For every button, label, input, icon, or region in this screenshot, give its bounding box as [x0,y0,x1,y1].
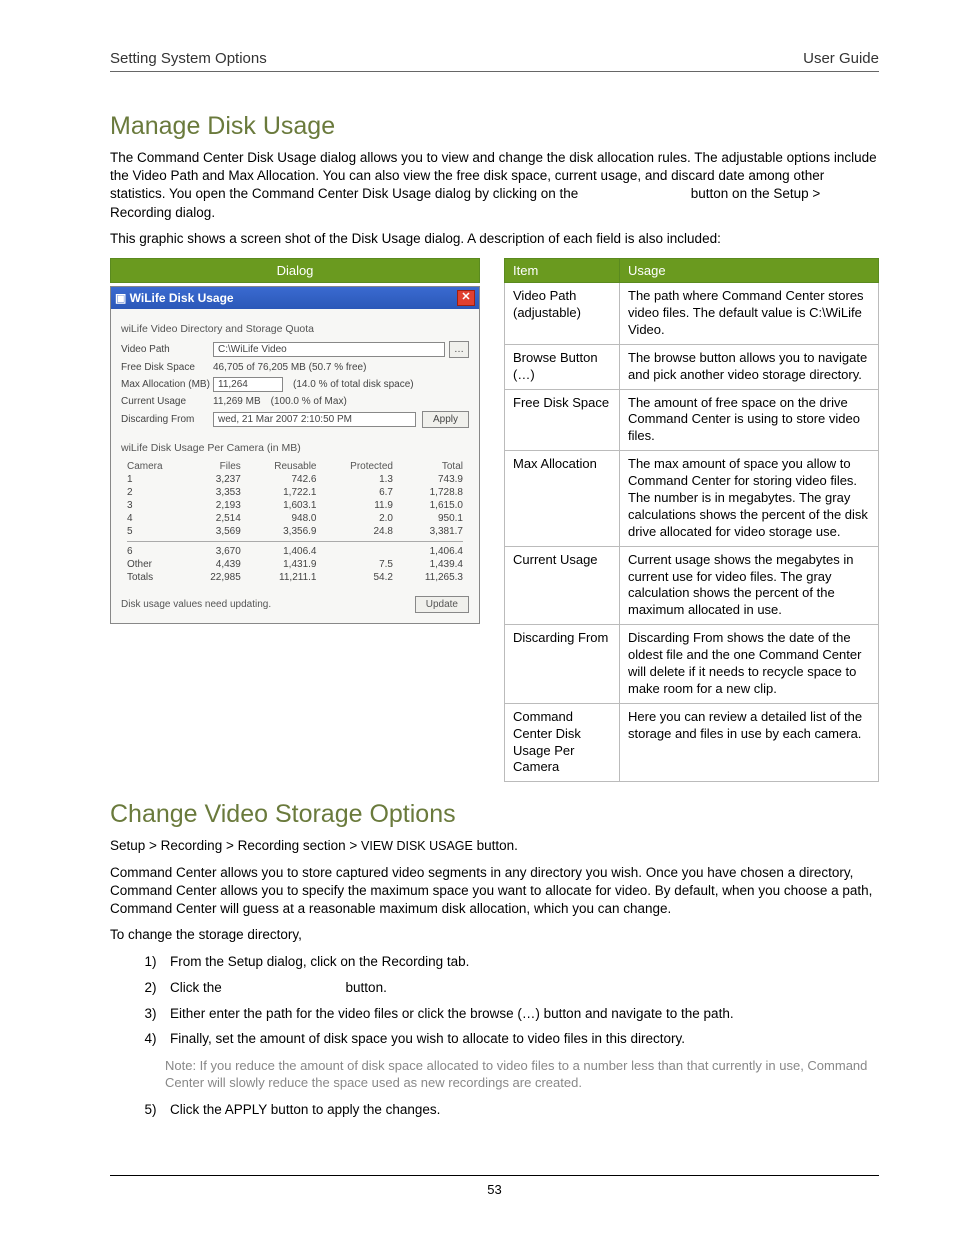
video-path-label: Video Path [121,344,213,355]
desc-usage: The max amount of space you allow to Com… [620,451,879,546]
free-space-value: 46,705 of 76,205 MB (50.7 % free) [213,362,366,373]
dialog-titlebar: ▣ WiLife Disk Usage ✕ [111,287,479,309]
discarding-label: Discarding From [121,414,213,425]
table-row-totals: Totals22,98511,211.154.211,265.3 [121,571,469,584]
section-title-manage: Manage Disk Usage [110,112,879,141]
group1-label: wiLife Video Directory and Storage Quota [121,323,469,335]
dialog-column-header: Dialog [110,258,480,283]
desc-item: Browse Button (…) [505,344,620,389]
table-row: 63,6701,406.41,406.4 [121,545,469,558]
section-title-change: Change Video Storage Options [110,800,879,829]
th-protected: Protected [323,460,399,473]
th-files: Files [187,460,246,473]
disk-usage-dialog: ▣ WiLife Disk Usage ✕ wiLife Video Direc… [110,286,480,624]
max-alloc-label: Max Allocation (MB) [121,379,213,390]
step: Finally, set the amount of disk space yo… [164,1029,879,1049]
steps-list-cont: Click the APPLY button to apply the chan… [132,1100,879,1120]
group2-label: wiLife Disk Usage Per Camera (in MB) [121,442,469,454]
table-row: 53,5693,356.924.83,381.7 [121,525,469,538]
close-icon[interactable]: ✕ [457,290,475,306]
max-alloc-input[interactable]: 11,264 [213,377,283,392]
sect2-path: Setup > Recording > Recording section > … [110,837,879,855]
page-header: Setting System Options User Guide [110,50,879,72]
header-left: Setting System Options [110,50,267,67]
step4-note: Note: If you reduce the amount of disk s… [165,1057,879,1092]
browse-button[interactable]: … [449,341,469,358]
sect1-p2: This graphic shows a screen shot of the … [110,230,879,248]
th-camera: Camera [121,460,187,473]
free-space-label: Free Disk Space [121,362,213,373]
header-right: User Guide [803,50,879,67]
step: Either enter the path for the video file… [164,1004,879,1024]
description-column: Item Usage Video Path (adjustable)The pa… [504,258,879,782]
video-path-input[interactable]: C:\WiLife Video [213,342,445,357]
desc-item: Discarding From [505,625,620,704]
th-total: Total [399,460,469,473]
max-alloc-pct: (14.0 % of total disk space) [293,379,414,390]
table-row: 13,237742.61.3743.9 [121,473,469,486]
step: Click the APPLY button to apply the chan… [164,1100,879,1120]
desc-item: Command Center Disk Usage Per Camera [505,703,620,782]
page-number: 53 [487,1182,501,1197]
table-row: Other4,4391,431.97.51,439.4 [121,558,469,571]
desc-item: Current Usage [505,546,620,625]
dialog-column: Dialog ▣ WiLife Disk Usage ✕ wiLife Vide… [110,258,480,782]
dialog-title-text: WiLife Disk Usage [130,291,234,305]
step: Click the button. [164,978,879,998]
sect2-p1: Command Center allows you to store captu… [110,864,879,919]
needs-updating-msg: Disk usage values need updating. [121,599,271,610]
steps-list: From the Setup dialog, click on the Reco… [132,952,879,1048]
desc-item: Free Disk Space [505,389,620,451]
update-button[interactable]: Update [415,596,469,613]
discarding-value: wed, 21 Mar 2007 2:10:50 PM [213,412,416,427]
current-usage-value: 11,269 MB [213,396,261,407]
th-usage: Usage [620,259,879,283]
th-item: Item [505,259,620,283]
current-usage-label: Current Usage [121,396,213,407]
desc-usage: Discarding From shows the date of the ol… [620,625,879,704]
table-row: 23,3531,722.16.71,728.8 [121,486,469,499]
desc-item: Max Allocation [505,451,620,546]
apply-button[interactable]: Apply [422,411,469,428]
sect2-p2: To change the storage directory, [110,926,879,944]
desc-usage: Current usage shows the megabytes in cur… [620,546,879,625]
desc-usage: Here you can review a detailed list of t… [620,703,879,782]
desc-usage: The browse button allows you to navigate… [620,344,879,389]
desc-usage: The amount of free space on the drive Co… [620,389,879,451]
per-camera-table: Camera Files Reusable Protected Total 13… [121,460,469,584]
desc-usage: The path where Command Center stores vid… [620,283,879,345]
sect1-p1: The Command Center Disk Usage dialog all… [110,149,879,222]
table-row: 32,1931,603.111.91,615.0 [121,499,469,512]
page-footer: 53 [110,1175,879,1197]
description-table: Item Usage Video Path (adjustable)The pa… [504,258,879,782]
table-row: 42,514948.02.0950.1 [121,512,469,525]
step: From the Setup dialog, click on the Reco… [164,952,879,972]
th-reusable: Reusable [247,460,323,473]
desc-item: Video Path (adjustable) [505,283,620,345]
current-usage-pct: (100.0 % of Max) [271,396,347,407]
app-icon: ▣ [115,291,130,305]
